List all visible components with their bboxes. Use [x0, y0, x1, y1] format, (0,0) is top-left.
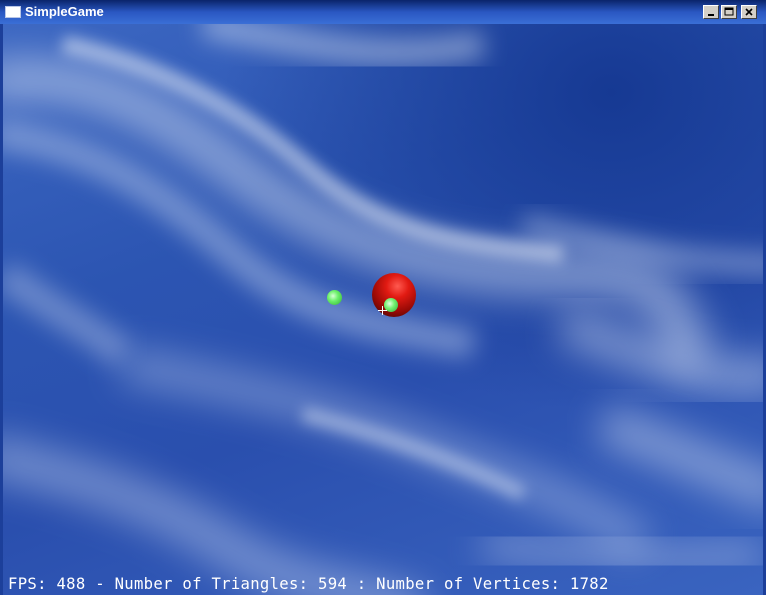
minimize-button[interactable]: [703, 5, 719, 19]
close-button[interactable]: [741, 5, 757, 19]
green-sphere: [327, 290, 342, 305]
minimize-icon: [708, 14, 714, 16]
game-viewport[interactable]: FPS: 488 - Number of Triangles: 594 : Nu…: [3, 24, 763, 595]
close-icon: [745, 8, 753, 16]
game-window: SimpleGame FPS: 488 - Number of Triangle…: [0, 0, 766, 595]
title-bar[interactable]: SimpleGame: [0, 0, 766, 24]
maximize-button[interactable]: [721, 5, 737, 19]
stats-overlay: FPS: 488 - Number of Triangles: 594 : Nu…: [8, 575, 609, 593]
maximize-icon: [724, 7, 734, 16]
crosshair-icon: [378, 306, 387, 315]
app-window-icon: [5, 6, 21, 18]
window-title: SimpleGame: [25, 4, 104, 19]
